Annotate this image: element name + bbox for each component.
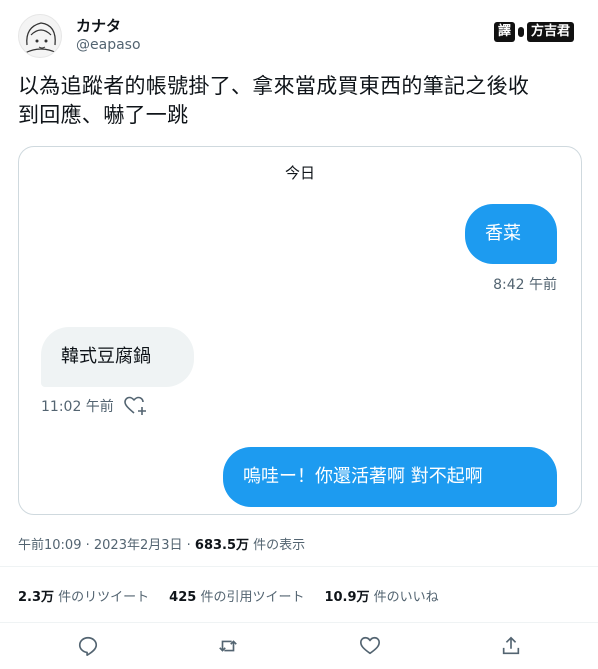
watermark: 譯 方吉君	[493, 22, 574, 42]
tweet-text-line: 以為追蹤者的帳號掛了、拿來當成買東西的筆記之後收	[18, 74, 530, 98]
avatar[interactable]	[18, 14, 62, 58]
watermark-right: 方吉君	[526, 22, 574, 42]
view-count: 683.5万	[194, 538, 250, 553]
quote-count-link[interactable]: 425 件の引用ツイート	[169, 586, 304, 605]
share-icon	[502, 636, 520, 655]
meta-separator: ·	[81, 538, 94, 553]
user-handle[interactable]: @eapaso	[76, 37, 141, 53]
display-name[interactable]: カナタ	[76, 15, 121, 36]
message-bubble-received: 韓式豆腐鍋	[41, 327, 194, 387]
reply-button[interactable]	[74, 632, 102, 660]
tweet-text: 以為追蹤者的帳號掛了、拿來當成買東西的筆記之後收 到回應、嚇了一跳	[18, 72, 583, 130]
quote-count: 425	[169, 590, 197, 605]
watermark-dot	[517, 27, 524, 37]
action-bar	[0, 628, 598, 664]
retweet-button[interactable]	[214, 632, 242, 660]
like-count-link[interactable]: 10.9万 件のいいね	[324, 586, 438, 605]
share-button[interactable]	[497, 632, 525, 660]
retweet-label: 件のリツイート	[54, 590, 150, 605]
message-bubble-sent: 嗚哇ー！你還活著啊 對不起啊	[223, 447, 557, 507]
day-label: 今日	[284, 164, 315, 182]
watermark-left: 譯	[493, 22, 515, 42]
tweet-date[interactable]: 2023年2月3日	[94, 538, 183, 553]
add-reaction-icon[interactable]	[123, 396, 148, 416]
like-label: 件のいいね	[369, 590, 439, 605]
chat-screenshot[interactable]: 今日 香菜 8:42 午前 韓式豆腐鍋 11:02 午前 嗚哇ー！你還活著啊 對…	[18, 146, 582, 515]
tweet-time[interactable]: 午前10:09	[18, 538, 81, 553]
retweet-count-link[interactable]: 2.3万 件のリツイート	[18, 586, 149, 605]
meta-separator: ·	[182, 538, 195, 553]
like-icon	[360, 636, 380, 655]
message-time: 8:42 午前	[493, 277, 557, 293]
divider	[0, 566, 598, 567]
tweet-text-line: 到回應、嚇了一跳	[18, 103, 189, 127]
engagement-stats: 2.3万 件のリツイート 425 件の引用ツイート 10.9万 件のいいね	[18, 586, 439, 605]
divider	[0, 622, 598, 623]
retweet-icon	[219, 640, 237, 652]
tweet-meta: 午前10:09 · 2023年2月3日 · 683.5万 件の表示	[18, 534, 305, 553]
reply-icon	[78, 636, 98, 656]
like-button[interactable]	[356, 632, 384, 660]
retweet-count: 2.3万	[18, 590, 55, 605]
like-count: 10.9万	[324, 590, 370, 605]
message-meta: 11:02 午前	[41, 396, 148, 416]
message-bubble-sent: 香菜	[465, 204, 557, 264]
message-time: 11:02 午前	[41, 399, 114, 415]
tweet-header: カナタ @eapaso 譯 方吉君	[18, 12, 578, 62]
quote-label: 件の引用ツイート	[196, 590, 305, 605]
view-count-label: 件の表示	[249, 538, 306, 553]
avatar-drawing	[24, 22, 58, 54]
